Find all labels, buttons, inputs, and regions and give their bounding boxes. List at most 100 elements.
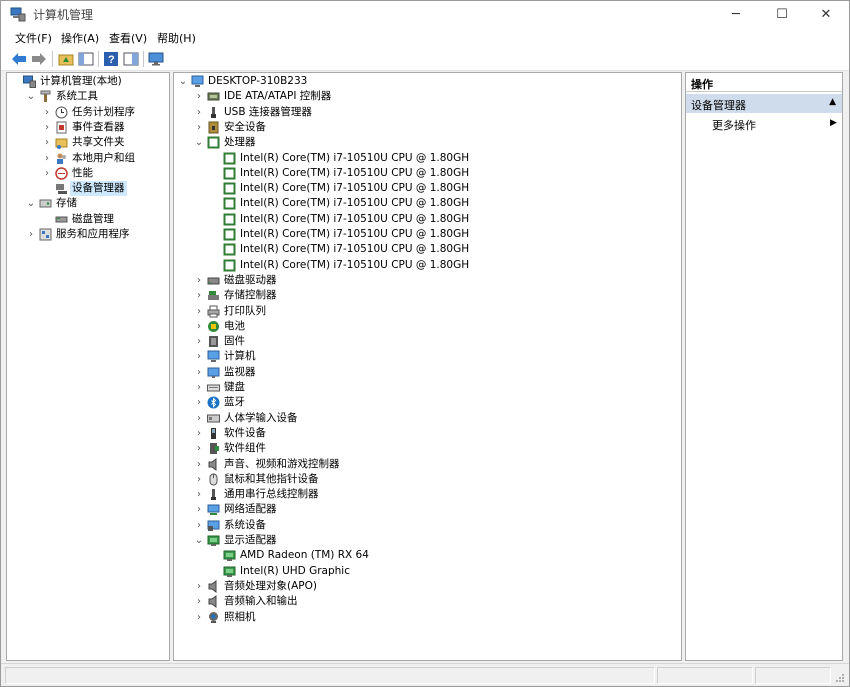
tree-item[interactable]: › 磁盘驱动器 <box>174 273 681 288</box>
properties-pane-icon[interactable] <box>122 50 140 68</box>
collapse-arrow-icon[interactable]: ▲ <box>829 97 836 107</box>
tree-item[interactable]: ⌄ 显示适配器 <box>174 533 681 548</box>
expand-chevron-icon[interactable]: › <box>194 518 204 533</box>
tree-item[interactable]: AMD Radeon (TM) RX 64 <box>174 548 681 563</box>
tree-item[interactable]: › 鼠标和其他指针设备 <box>174 472 681 487</box>
menu-file[interactable]: 文件(F) <box>15 30 52 46</box>
menu-help[interactable]: 帮助(H) <box>157 30 196 46</box>
tree-item[interactable]: Intel(R) Core(TM) i7-10510U CPU @ 1.80GH <box>174 227 681 242</box>
tree-item[interactable]: › 系统设备 <box>174 518 681 533</box>
tree-item[interactable]: Intel(R) Core(TM) i7-10510U CPU @ 1.80GH <box>174 196 681 211</box>
tree-item[interactable]: › 任务计划程序 <box>7 105 169 120</box>
expand-chevron-icon[interactable]: › <box>194 395 204 410</box>
show-hide-tree-icon[interactable] <box>77 50 95 68</box>
tree-item[interactable]: › 固件 <box>174 334 681 349</box>
tree-item[interactable]: › 计算机 <box>174 349 681 364</box>
tree-item[interactable]: ⌄ 系统工具 <box>7 89 169 104</box>
tree-item[interactable]: › 性能 <box>7 166 169 181</box>
expand-chevron-icon[interactable]: › <box>194 349 204 364</box>
actions-section-device-manager[interactable]: 设备管理器 ▲ <box>686 94 842 113</box>
up-folder-icon[interactable] <box>57 50 75 68</box>
monitor-icon[interactable] <box>147 50 165 68</box>
tree-item[interactable]: › 服务和应用程序 <box>7 227 169 242</box>
expand-chevron-icon[interactable]: › <box>194 304 204 319</box>
tree-item[interactable]: 设备管理器 <box>7 181 169 197</box>
collapse-chevron-icon[interactable]: ⌄ <box>194 135 204 150</box>
tree-item[interactable]: › 打印队列 <box>174 304 681 319</box>
collapse-chevron-icon[interactable]: ⌄ <box>26 196 36 211</box>
expand-chevron-icon[interactable]: › <box>194 411 204 426</box>
expand-chevron-icon[interactable]: › <box>194 365 204 380</box>
tree-item[interactable]: › 软件组件 <box>174 441 681 456</box>
expand-chevron-icon[interactable]: › <box>194 120 204 135</box>
expand-chevron-icon[interactable]: › <box>194 334 204 349</box>
expand-chevron-icon[interactable]: › <box>42 105 52 120</box>
tree-item[interactable]: › 网络适配器 <box>174 502 681 517</box>
back-arrow-icon[interactable] <box>10 50 28 68</box>
expand-chevron-icon[interactable]: › <box>42 166 52 181</box>
tree-item[interactable]: › 本地用户和组 <box>7 151 169 166</box>
tree-item[interactable]: › 安全设备 <box>174 120 681 135</box>
processor-icon <box>223 152 236 164</box>
tree-item[interactable]: › 键盘 <box>174 380 681 395</box>
expand-chevron-icon[interactable]: › <box>194 89 204 104</box>
menu-view[interactable]: 查看(V) <box>109 30 147 46</box>
expand-chevron-icon[interactable]: › <box>194 487 204 502</box>
tree-item[interactable]: ⌄ 存储 <box>7 196 169 211</box>
tree-item[interactable]: Intel(R) UHD Graphic <box>174 564 681 579</box>
expand-chevron-icon[interactable]: › <box>42 135 52 150</box>
tree-item[interactable]: › 存储控制器 <box>174 288 681 303</box>
expand-chevron-icon[interactable]: › <box>194 426 204 441</box>
tree-item[interactable]: › 照相机 <box>174 610 681 625</box>
expand-chevron-icon[interactable]: › <box>194 288 204 303</box>
expand-chevron-icon[interactable]: › <box>194 610 204 625</box>
tree-item[interactable]: ⌄ 处理器 <box>174 135 681 150</box>
tree-item[interactable]: › 声音、视频和游戏控制器 <box>174 457 681 472</box>
expand-chevron-icon[interactable]: › <box>194 105 204 120</box>
tree-item[interactable]: › 音频处理对象(APO) <box>174 579 681 594</box>
close-button[interactable]: ✕ <box>803 1 849 27</box>
menu-action[interactable]: 操作(A) <box>61 30 99 46</box>
tree-item[interactable]: Intel(R) Core(TM) i7-10510U CPU @ 1.80GH <box>174 151 681 166</box>
expand-chevron-icon[interactable]: › <box>194 319 204 334</box>
expand-chevron-icon[interactable]: › <box>194 594 204 609</box>
tree-item[interactable]: › 监视器 <box>174 365 681 380</box>
tree-item[interactable]: 磁盘管理 <box>7 212 169 227</box>
expand-chevron-icon[interactable]: › <box>42 151 52 166</box>
expand-chevron-icon[interactable]: › <box>194 273 204 288</box>
forward-arrow-icon[interactable] <box>30 50 48 68</box>
tree-item[interactable]: 计算机管理(本地) <box>7 74 169 89</box>
collapse-chevron-icon[interactable]: ⌄ <box>178 74 188 89</box>
expand-chevron-icon[interactable]: › <box>194 502 204 517</box>
expand-chevron-icon[interactable]: › <box>194 441 204 456</box>
expand-chevron-icon[interactable]: › <box>194 380 204 395</box>
expand-chevron-icon[interactable]: › <box>26 227 36 242</box>
expand-chevron-icon[interactable]: › <box>194 579 204 594</box>
resize-grip-icon[interactable] <box>835 673 845 683</box>
tree-item[interactable]: › 蓝牙 <box>174 395 681 410</box>
help-icon[interactable]: ? <box>102 50 120 68</box>
maximize-button[interactable]: ☐ <box>759 1 805 27</box>
tree-item[interactable]: › 音频输入和输出 <box>174 594 681 609</box>
expand-chevron-icon[interactable]: › <box>194 457 204 472</box>
tree-item[interactable]: Intel(R) Core(TM) i7-10510U CPU @ 1.80GH <box>174 212 681 227</box>
more-actions-item[interactable]: 更多操作 <box>712 117 756 133</box>
expand-chevron-icon[interactable]: › <box>42 120 52 135</box>
tree-item[interactable]: › 共享文件夹 <box>7 135 169 150</box>
collapse-chevron-icon[interactable]: ⌄ <box>194 533 204 548</box>
tree-item[interactable]: › 事件查看器 <box>7 120 169 135</box>
tree-item[interactable]: Intel(R) Core(TM) i7-10510U CPU @ 1.80GH <box>174 242 681 257</box>
tree-item[interactable]: Intel(R) Core(TM) i7-10510U CPU @ 1.80GH <box>174 181 681 196</box>
minimize-button[interactable]: ─ <box>713 1 759 27</box>
tree-item[interactable]: ⌄ DESKTOP-310B233 <box>174 74 681 89</box>
tree-item[interactable]: › 人体学输入设备 <box>174 411 681 426</box>
tree-item[interactable]: Intel(R) Core(TM) i7-10510U CPU @ 1.80GH <box>174 166 681 181</box>
tree-item[interactable]: › 电池 <box>174 319 681 334</box>
tree-item[interactable]: Intel(R) Core(TM) i7-10510U CPU @ 1.80GH <box>174 258 681 273</box>
collapse-chevron-icon[interactable]: ⌄ <box>26 89 36 104</box>
tree-item[interactable]: › USB 连接器管理器 <box>174 105 681 120</box>
tree-item[interactable]: › IDE ATA/ATAPI 控制器 <box>174 89 681 104</box>
expand-chevron-icon[interactable]: › <box>194 472 204 487</box>
tree-item[interactable]: › 通用串行总线控制器 <box>174 487 681 502</box>
tree-item[interactable]: › 软件设备 <box>174 426 681 441</box>
